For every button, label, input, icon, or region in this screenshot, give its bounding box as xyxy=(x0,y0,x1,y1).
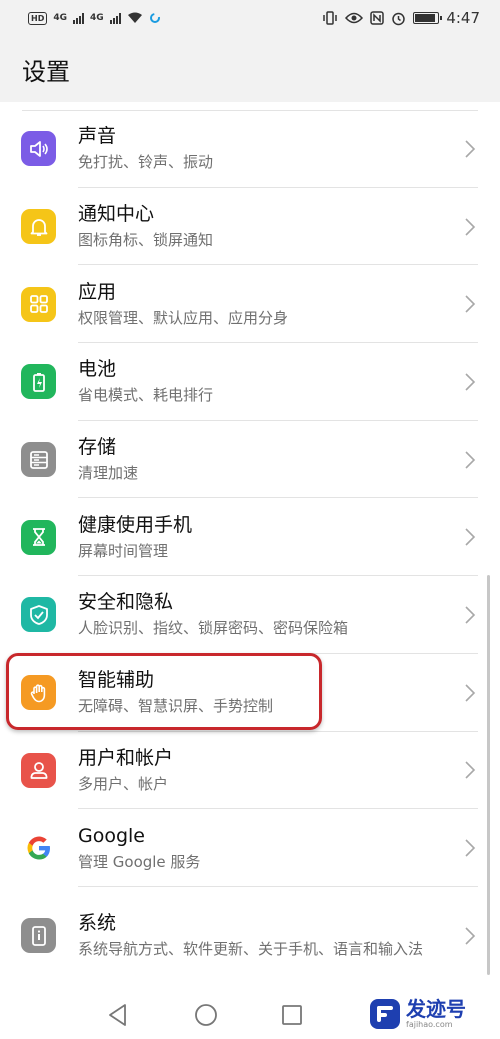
user-icon xyxy=(21,752,56,788)
signal-4g-2-label: 4G xyxy=(90,13,104,23)
apps-grid-icon xyxy=(21,286,56,322)
alarm-icon xyxy=(392,12,406,25)
settings-item[interactable]: 存储 清理加速 xyxy=(0,421,500,499)
settings-item-subtitle: 管理 Google 服务 xyxy=(78,852,201,871)
settings-item[interactable]: 用户和帐户多用户、帐户 xyxy=(0,732,500,810)
back-button[interactable] xyxy=(98,995,138,1035)
hd-badge: HD xyxy=(28,11,48,25)
settings-item-subtitle: 权限管理、默认应用、应用分身 xyxy=(78,308,289,327)
home-circle-icon xyxy=(195,1004,217,1026)
chevron-right-icon xyxy=(465,373,476,391)
settings-item-title: 电池 xyxy=(78,358,117,381)
settings-item-subtitle: 清理加速 xyxy=(78,464,139,483)
signal-4g-1-label: 4G xyxy=(53,13,67,23)
eye-icon xyxy=(345,12,364,24)
settings-item-subtitle: 人脸识别、指纹、锁屏密码、密码保险箱 xyxy=(78,619,349,638)
vibrate-icon xyxy=(323,11,338,25)
settings-item-subtitle: 屏幕时间管理 xyxy=(78,541,169,560)
wifi-icon xyxy=(127,12,142,23)
chevron-right-icon xyxy=(465,927,476,945)
shield-icon xyxy=(21,597,56,633)
recents-button[interactable] xyxy=(272,995,312,1035)
battery-icon xyxy=(21,364,56,400)
home-button[interactable] xyxy=(186,995,226,1035)
nfc-icon xyxy=(370,11,385,25)
settings-item[interactable]: 健康使用手机屏幕时间管理 xyxy=(0,498,500,577)
watermark-logo-icon xyxy=(370,999,400,1029)
settings-item-title: 存储 xyxy=(78,436,117,459)
chevron-right-icon xyxy=(465,761,476,779)
speaker-icon xyxy=(21,131,56,167)
settings-item[interactable]: 智能辅助无障碍、智慧识屏、手势控制 xyxy=(0,654,500,732)
settings-item[interactable]: 安全和隐私人脸识别、指纹、锁屏密码、密码保险箱 xyxy=(0,576,500,654)
sync-icon xyxy=(149,13,160,23)
watermark-title: 发迹号 xyxy=(406,997,466,1021)
chevron-right-icon xyxy=(465,295,476,313)
chevron-right-icon xyxy=(465,606,476,624)
settings-item[interactable]: 声音免打扰、铃声、振动 xyxy=(0,110,500,188)
google-icon xyxy=(21,830,57,867)
status-bar: HD 4G 4G 4:47 xyxy=(0,0,500,36)
signal-bars-icon xyxy=(73,12,84,24)
recents-square-icon xyxy=(282,1005,302,1025)
settings-item-title: Google xyxy=(78,824,146,847)
settings-item-subtitle: 免打扰、铃声、振动 xyxy=(78,153,214,172)
page-title: 设置 xyxy=(22,57,70,86)
chevron-right-icon xyxy=(465,839,476,857)
settings-item-title: 声音 xyxy=(78,125,117,148)
settings-item-title: 健康使用手机 xyxy=(78,513,193,536)
settings-item-subtitle: 多用户、帐户 xyxy=(78,774,169,793)
settings-item[interactable]: 应用权限管理、默认应用、应用分身 xyxy=(0,265,500,344)
watermark-url: fajihao.com xyxy=(406,1020,453,1029)
status-left: HD 4G 4G xyxy=(28,11,161,25)
scrollbar[interactable] xyxy=(487,575,490,975)
settings-item[interactable]: 电池省电模式、耗电排行 xyxy=(0,343,500,421)
bell-icon xyxy=(21,209,56,245)
settings-item-subtitle: 系统导航方式、软件更新、关于手机、语言和输入法 xyxy=(78,940,424,959)
status-right: 4:47 xyxy=(322,9,480,27)
settings-item[interactable]: 系统系统导航方式、软件更新、关于手机、语言和输入法 xyxy=(0,887,500,985)
clock: 4:47 xyxy=(446,9,480,27)
chevron-right-icon xyxy=(465,451,476,469)
hand-icon xyxy=(21,675,56,711)
back-triangle-icon xyxy=(109,1004,126,1026)
chevron-right-icon xyxy=(465,684,476,702)
settings-item-title: 系统 xyxy=(78,912,117,935)
settings-item-subtitle: 图标角标、锁屏通知 xyxy=(78,231,214,250)
settings-item-subtitle: 无障碍、智慧识屏、手势控制 xyxy=(78,697,274,716)
storage-icon xyxy=(21,442,56,478)
chevron-right-icon xyxy=(465,140,476,158)
settings-item-title: 智能辅助 xyxy=(78,669,155,692)
phone-info-icon xyxy=(21,918,56,954)
battery-icon xyxy=(413,12,443,24)
chevron-right-icon xyxy=(465,528,476,546)
settings-item-title: 应用 xyxy=(78,280,117,303)
settings-item-title: 安全和隐私 xyxy=(78,591,174,614)
settings-item[interactable]: 通知中心图标角标、锁屏通知 xyxy=(0,188,500,266)
signal-bars-icon xyxy=(109,12,121,24)
settings-list: 声音免打扰、铃声、振动通知中心图标角标、锁屏通知应用权限管理、默认应用、应用分身… xyxy=(0,110,500,985)
settings-item[interactable]: Google 管理 Google 服务 xyxy=(0,809,500,887)
settings-item-title: 通知中心 xyxy=(78,203,155,226)
settings-item-title: 用户和帐户 xyxy=(78,746,174,769)
watermark: 发迹号 fajihao.com xyxy=(366,991,496,1037)
hourglass-icon xyxy=(21,519,56,555)
app-header: 设置 xyxy=(0,36,500,102)
settings-item-subtitle: 省电模式、耗电排行 xyxy=(78,386,214,405)
chevron-right-icon xyxy=(465,217,476,236)
